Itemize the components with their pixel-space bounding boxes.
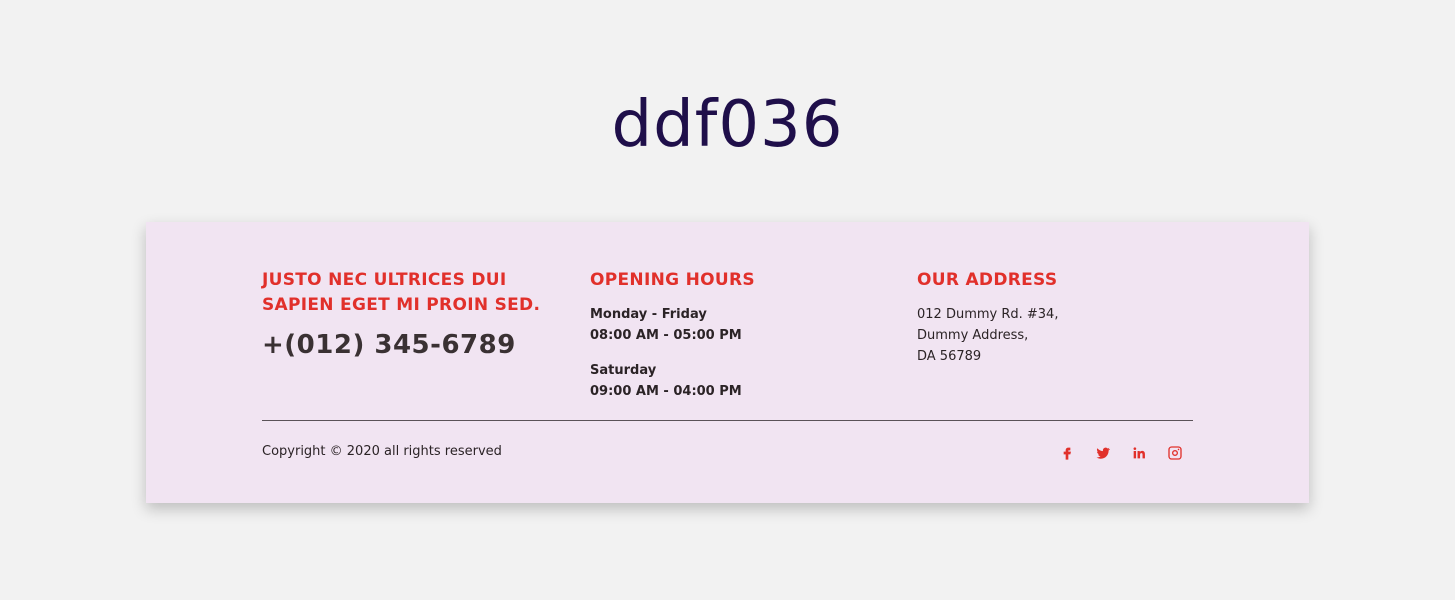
- footer-address-column: OUR ADDRESS 012 Dummy Rd. #34, Dummy Add…: [917, 268, 1217, 367]
- address-heading: OUR ADDRESS: [917, 270, 1058, 290]
- hours-days: Saturday: [590, 363, 657, 378]
- opening-hours-heading: OPENING HOURS: [590, 270, 755, 290]
- address-text: 012 Dummy Rd. #34, Dummy Address, DA 567…: [917, 304, 1217, 367]
- address-line: DA 56789: [917, 349, 982, 364]
- address-line: Dummy Address,: [917, 328, 1029, 343]
- contact-heading: JUSTO NEC ULTRICES DUI SAPIEN EGET MI PR…: [262, 270, 541, 315]
- hours-block-weekdays: Monday - Friday 08:00 AM - 05:00 PM: [590, 304, 890, 346]
- linkedin-icon[interactable]: [1130, 444, 1148, 462]
- footer-card: JUSTO NEC ULTRICES DUI SAPIEN EGET MI PR…: [146, 222, 1309, 503]
- page-title: ddf036: [611, 88, 844, 162]
- address-line: 012 Dummy Rd. #34,: [917, 307, 1059, 322]
- footer-hours-column: OPENING HOURS Monday - Friday 08:00 AM -…: [590, 268, 890, 402]
- footer-contact-column: JUSTO NEC ULTRICES DUI SAPIEN EGET MI PR…: [262, 268, 562, 360]
- instagram-icon[interactable]: [1166, 444, 1184, 462]
- phone-number[interactable]: +(012) 345-6789: [262, 330, 562, 360]
- footer-divider: [262, 420, 1193, 421]
- facebook-icon[interactable]: [1058, 444, 1076, 462]
- copyright-text: Copyright © 2020 all rights reserved: [262, 444, 502, 459]
- hours-days: Monday - Friday: [590, 307, 707, 322]
- hours-time: 08:00 AM - 05:00 PM: [590, 328, 742, 343]
- hours-block-saturday: Saturday 09:00 AM - 04:00 PM: [590, 360, 890, 402]
- twitter-icon[interactable]: [1094, 444, 1112, 462]
- social-links: [1058, 444, 1184, 462]
- hours-time: 09:00 AM - 04:00 PM: [590, 384, 742, 399]
